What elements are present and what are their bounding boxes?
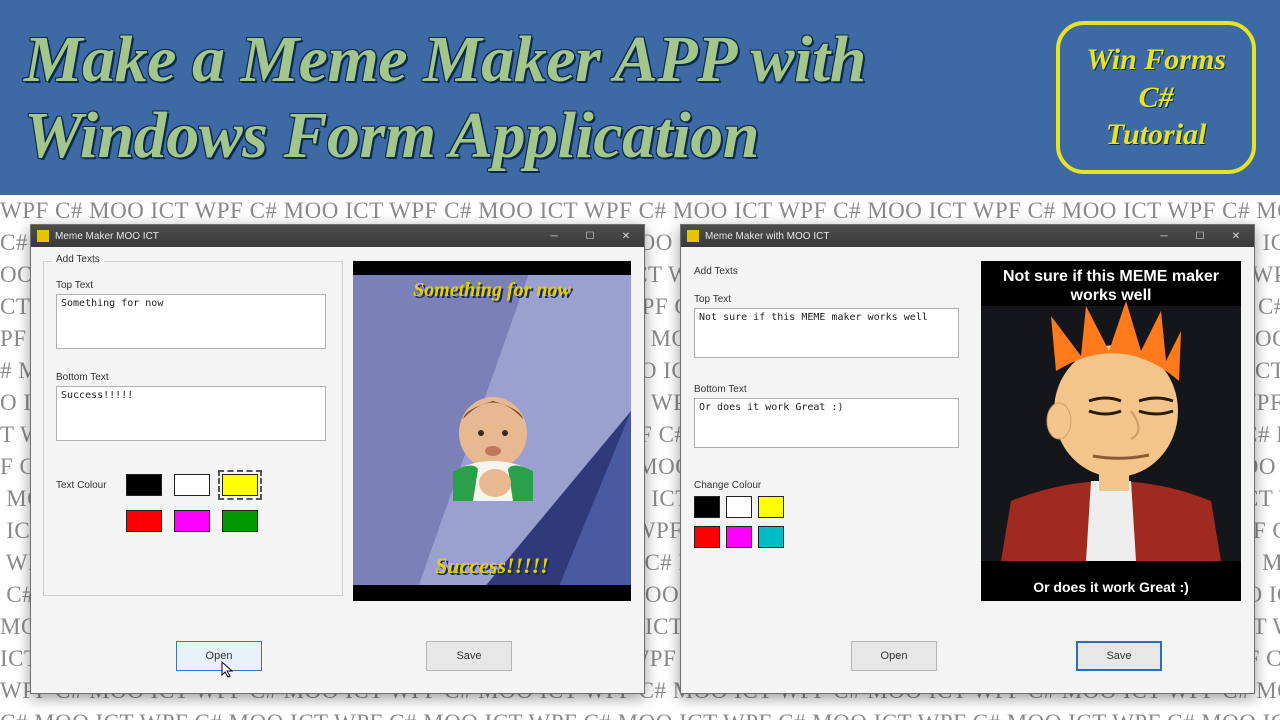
color-swatch-black[interactable] xyxy=(694,496,720,518)
titlebar[interactable]: Meme Maker MOO ICT ─ ☐ ✕ xyxy=(31,225,644,247)
color-swatch-red[interactable] xyxy=(126,510,162,532)
open-button[interactable]: Open xyxy=(176,641,262,671)
close-button[interactable]: ✕ xyxy=(1218,225,1254,247)
color-swatch-black[interactable] xyxy=(126,474,162,496)
bottom-text-input[interactable] xyxy=(56,386,326,441)
meme-bottom-text: Or does it work Great :) xyxy=(981,579,1241,595)
meme-top-text: Not sure if this MEME maker works well xyxy=(981,267,1241,305)
color-swatch-red[interactable] xyxy=(694,526,720,548)
save-button[interactable]: Save xyxy=(426,641,512,671)
color-swatch-white[interactable] xyxy=(726,496,752,518)
meme-top-text: Something for now xyxy=(353,279,631,302)
meme-image-fry xyxy=(981,261,1241,601)
hero-badge: Win Forms C# Tutorial xyxy=(1056,21,1256,174)
window-meme-maker-2: Meme Maker with MOO ICT ─ ☐ ✕ Add Texts … xyxy=(680,224,1255,694)
save-button[interactable]: Save xyxy=(1076,641,1162,671)
top-text-input[interactable] xyxy=(694,308,959,358)
minimize-button[interactable]: ─ xyxy=(1146,225,1182,247)
app-icon xyxy=(687,230,699,242)
bottom-text-label: Bottom Text xyxy=(56,372,109,383)
color-swatch-magenta[interactable] xyxy=(726,526,752,548)
close-button[interactable]: ✕ xyxy=(608,225,644,247)
groupbox-add-texts: Add Texts Top Text Bottom Text Text Colo… xyxy=(43,261,343,596)
hero-title: Make a Meme Maker APP with Windows Form … xyxy=(24,22,1036,174)
meme-image-success-kid xyxy=(433,391,553,501)
groupbox-title: Add Texts xyxy=(694,266,738,277)
meme-bottom-text: Success!!!!! xyxy=(353,553,631,579)
open-button[interactable]: Open xyxy=(851,641,937,671)
window-meme-maker-1: Meme Maker MOO ICT ─ ☐ ✕ Add Texts Top T… xyxy=(30,224,645,694)
top-text-label: Top Text xyxy=(694,294,731,305)
color-swatch-magenta[interactable] xyxy=(174,510,210,532)
titlebar[interactable]: Meme Maker with MOO ICT ─ ☐ ✕ xyxy=(681,225,1254,247)
top-text-input[interactable] xyxy=(56,294,326,349)
bottom-text-label: Bottom Text xyxy=(694,384,747,395)
text-colour-label: Text Colour xyxy=(56,480,107,491)
app-icon xyxy=(37,230,49,242)
maximize-button[interactable]: ☐ xyxy=(572,225,608,247)
color-swatch-green[interactable] xyxy=(222,510,258,532)
text-colour-label: Change Colour xyxy=(694,480,761,491)
meme-preview: Not sure if this MEME maker works well O… xyxy=(981,261,1241,601)
hero-banner: Make a Meme Maker APP with Windows Form … xyxy=(0,0,1280,195)
groupbox-title: Add Texts xyxy=(52,254,104,265)
color-swatch-yellow[interactable] xyxy=(758,496,784,518)
meme-preview: Something for now Success!!!!! xyxy=(353,261,631,601)
groupbox-add-texts: Add Texts Top Text Bottom Text Change Co… xyxy=(693,261,973,596)
window-title: Meme Maker with MOO ICT xyxy=(705,231,829,242)
top-text-label: Top Text xyxy=(56,280,93,291)
minimize-button[interactable]: ─ xyxy=(536,225,572,247)
maximize-button[interactable]: ☐ xyxy=(1182,225,1218,247)
color-swatch-cyan[interactable] xyxy=(758,526,784,548)
cursor-icon xyxy=(221,661,237,679)
color-swatch-yellow[interactable] xyxy=(222,474,258,496)
bottom-text-input[interactable] xyxy=(694,398,959,448)
window-title: Meme Maker MOO ICT xyxy=(55,231,159,242)
color-swatch-white[interactable] xyxy=(174,474,210,496)
